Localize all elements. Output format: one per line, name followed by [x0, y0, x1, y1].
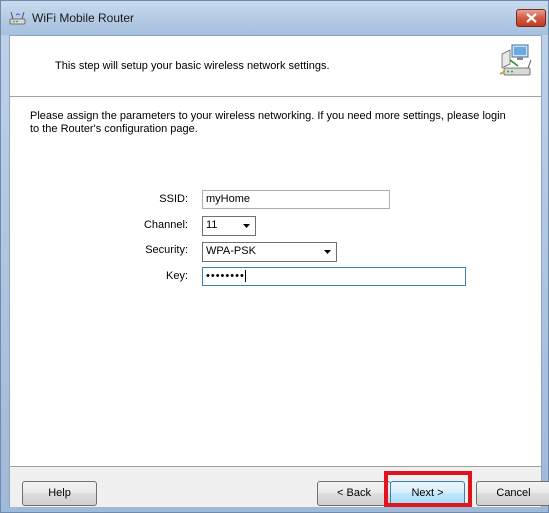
- text-cursor: [244, 270, 246, 283]
- key-label: Key:: [165, 270, 188, 282]
- channel-label: Channel:: [143, 219, 188, 231]
- title-bar[interactable]: WiFi Mobile Router: [1, 1, 548, 35]
- router-icon: [9, 10, 27, 26]
- security-value: WPA-PSK: [206, 245, 256, 257]
- ssid-label: SSID:: [159, 193, 188, 205]
- back-button[interactable]: < Back: [317, 481, 391, 506]
- window-title: WiFi Mobile Router: [32, 11, 135, 25]
- next-button-highlight: [384, 471, 472, 507]
- chevron-down-icon: [324, 250, 331, 254]
- chevron-down-icon: [243, 224, 250, 228]
- cancel-button[interactable]: Cancel: [476, 481, 549, 506]
- header-divider-highlight: [10, 97, 541, 98]
- help-button[interactable]: Help: [22, 481, 97, 506]
- close-icon: [526, 13, 537, 23]
- network-wizard-icon: [498, 42, 534, 80]
- close-button[interactable]: [516, 9, 546, 27]
- intro-text: Please assign the parameters to your wir…: [30, 110, 506, 135]
- wizard-client-area: This step will setup your basic wireless…: [9, 35, 549, 507]
- channel-value: 11: [206, 219, 218, 231]
- header-description: This step will setup your basic wireless…: [55, 60, 330, 72]
- channel-select[interactable]: 11: [202, 216, 256, 236]
- wizard-header: This step will setup your basic wireless…: [10, 36, 541, 91]
- key-input[interactable]: ••••••••: [202, 267, 466, 286]
- ssid-input[interactable]: myHome: [202, 190, 390, 209]
- security-select[interactable]: WPA-PSK: [202, 242, 337, 262]
- wizard-window: WiFi Mobile Router This step will setup …: [0, 0, 549, 513]
- key-value: ••••••••: [206, 270, 245, 282]
- security-label: Security:: [145, 244, 188, 256]
